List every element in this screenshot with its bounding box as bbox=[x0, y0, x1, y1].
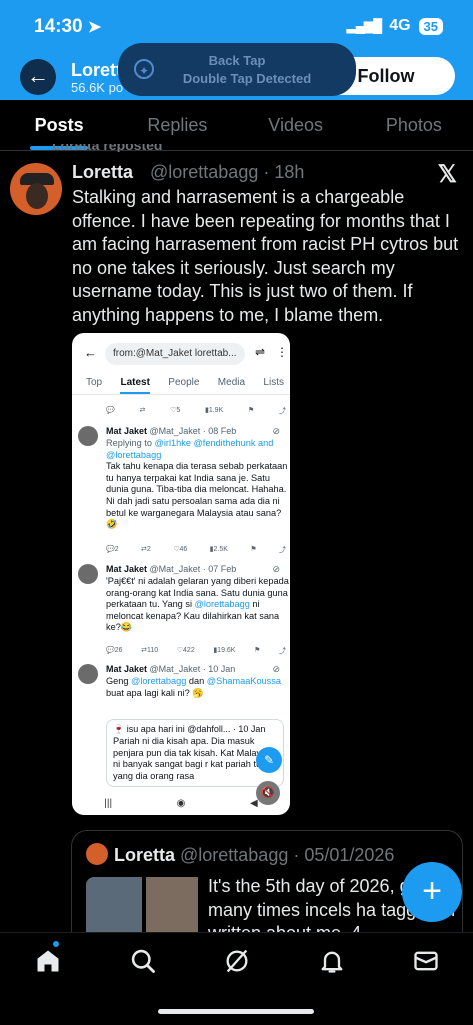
media-search-tabs: Top Latest People Media Lists bbox=[72, 373, 290, 395]
media-more-icon: ⋮ bbox=[276, 345, 288, 359]
tweet-author-name[interactable]: Loretta bbox=[72, 162, 133, 183]
media-quote-head: 🍷 isu apa hari ini @dahfoll... · 10 Jan bbox=[113, 724, 266, 734]
bell-icon[interactable] bbox=[318, 947, 346, 975]
bookmark-icon: ⚑ bbox=[247, 407, 255, 414]
media-search-field: from:@Mat_Jaket lorettab... bbox=[105, 343, 245, 365]
x-logo-icon: 𝕏 bbox=[437, 161, 457, 188]
post-count: 56.6K po bbox=[71, 80, 124, 95]
media-tweet-item: Mat Jaket @Mat_Jaket · 07 Feb ⊘ 'Paj€€t'… bbox=[78, 564, 289, 644]
media-tweet-head: Mat Jaket @Mat_Jaket · 10 Jan bbox=[106, 664, 236, 674]
view-count: ▮2.5K bbox=[209, 546, 228, 553]
avatar[interactable] bbox=[10, 163, 62, 215]
toast-title: Back Tap bbox=[208, 53, 266, 68]
face-shape bbox=[26, 183, 48, 209]
tab-posts[interactable]: Posts bbox=[0, 100, 118, 150]
like-count: ♡5 bbox=[170, 407, 181, 414]
reply-icon: 💬 bbox=[106, 407, 115, 414]
notification-dot bbox=[53, 941, 59, 947]
status-icons: ▂▄▆█ 4G 35 bbox=[347, 17, 443, 35]
home-icon[interactable] bbox=[34, 947, 62, 975]
reply-count: 💬26 bbox=[106, 647, 123, 654]
media-avatar bbox=[78, 564, 98, 584]
media-tweet-item: Mat Jaket @Mat_Jaket · 08 Feb ⊘ Replying… bbox=[78, 426, 287, 554]
like-count: ♡46 bbox=[173, 546, 188, 553]
media-tab-top: Top bbox=[86, 377, 103, 388]
like-count: ♡422 bbox=[176, 647, 195, 654]
share-icon: ⤴ bbox=[278, 547, 286, 554]
repost-count: ⇄2 bbox=[141, 546, 151, 553]
media-tab-people: People bbox=[168, 377, 200, 388]
share-icon: ⤴ bbox=[278, 648, 286, 655]
tweet-author-handle: @lorettabagg · 18h bbox=[150, 162, 305, 182]
media-tab-media: Media bbox=[217, 377, 246, 388]
quoted-avatar bbox=[86, 843, 108, 865]
media-tweet-head: Mat Jaket @Mat_Jaket · 08 Feb bbox=[106, 426, 237, 436]
grok-icon: ⊘ bbox=[272, 426, 280, 436]
tab-photos[interactable]: Photos bbox=[355, 100, 473, 150]
view-count: ▮19.6K bbox=[213, 647, 236, 654]
media-android-nav: ||| ◉ ◀ bbox=[72, 791, 290, 815]
mail-icon[interactable] bbox=[412, 947, 440, 975]
media-action-row: 💬2 ⇄2 ♡46 ▮2.5K ⚑ ⤴ bbox=[106, 545, 286, 555]
share-icon: ⤴ bbox=[279, 408, 286, 415]
bookmark-icon: ⚑ bbox=[254, 647, 261, 654]
media-tweet-body: Replying to @irl1hke @fendithehunk and @… bbox=[106, 438, 288, 530]
compose-button[interactable]: + bbox=[402, 862, 462, 922]
media-action-row: 💬 ⇄ ♡5 ▮1.9K ⚑ ⤴ bbox=[106, 406, 286, 416]
grok-icon: ⊘ bbox=[272, 564, 280, 574]
tweet-media-image[interactable]: ← from:@Mat_Jaket lorettab... ⇌ ⋮ Top La… bbox=[72, 333, 290, 815]
tab-replies[interactable]: Replies bbox=[118, 100, 236, 150]
reply-count: 💬2 bbox=[106, 546, 119, 553]
media-compose-icon: ✎ bbox=[256, 747, 282, 773]
media-filter-icon: ⇌ bbox=[255, 345, 266, 359]
home-indicator bbox=[158, 1009, 314, 1014]
grok-icon: ⊘ bbox=[272, 664, 280, 674]
media-back-icon: ← bbox=[84, 345, 97, 360]
tab-videos[interactable]: Videos bbox=[237, 100, 355, 150]
tweet-text: Stalking and harrasement is a chargeable… bbox=[72, 187, 459, 325]
reposted-label: Loretta reposted bbox=[52, 144, 163, 152]
repost-icon: ⇄ bbox=[139, 407, 146, 414]
search-icon[interactable] bbox=[129, 947, 157, 975]
media-tweet-head: Mat Jaket @Mat_Jaket · 07 Feb bbox=[106, 564, 237, 574]
view-count: ▮1.9K bbox=[204, 407, 224, 414]
media-tweet-body: 'Paj€€t' ni adalah gelaran yang diberi k… bbox=[106, 576, 289, 633]
media-tab-latest: Latest bbox=[120, 373, 150, 394]
media-search-bar: ← from:@Mat_Jaket lorettab... ⇌ ⋮ bbox=[80, 342, 288, 366]
back-button[interactable]: ← bbox=[20, 59, 56, 95]
media-avatar bbox=[78, 426, 98, 446]
back-tap-toast: ✦ Back Tap Double Tap Detected bbox=[118, 43, 356, 96]
media-tab-lists: Lists bbox=[263, 377, 284, 388]
quoted-author-handle: @lorettabagg · 05/01/2026 bbox=[180, 845, 395, 865]
android-home-icon: ◉ bbox=[176, 797, 186, 809]
media-tweet-body: Geng @lorettabagg dan @ShamaaKoussa buat… bbox=[106, 676, 281, 698]
repost-count: ⇄110 bbox=[141, 647, 159, 654]
media-action-row: 💬26 ⇄110 ♡422 ▮19.6K ⚑ ⤴ bbox=[106, 646, 286, 656]
media-quote-body: Pariah ni dia kisah apa. Dia masuk penja… bbox=[113, 736, 273, 781]
battery-icon: 35 bbox=[418, 17, 443, 35]
media-tweet-item: Mat Jaket @Mat_Jaket · 10 Jan ⊘ Geng @lo… bbox=[78, 664, 286, 716]
android-back-icon: ◀ bbox=[249, 797, 258, 809]
toast-subtitle: Double Tap Detected bbox=[182, 71, 312, 86]
android-recents-icon: ||| bbox=[104, 797, 113, 809]
signal-icon: ▂▄▆█ bbox=[346, 18, 382, 33]
grok-icon[interactable] bbox=[223, 947, 251, 975]
media-avatar bbox=[78, 664, 98, 684]
network-label: 4G bbox=[389, 17, 411, 34]
bookmark-icon: ⚑ bbox=[250, 546, 257, 553]
quoted-author-name: Loretta bbox=[114, 845, 176, 865]
status-time: 14:30 ➤ bbox=[34, 16, 102, 37]
